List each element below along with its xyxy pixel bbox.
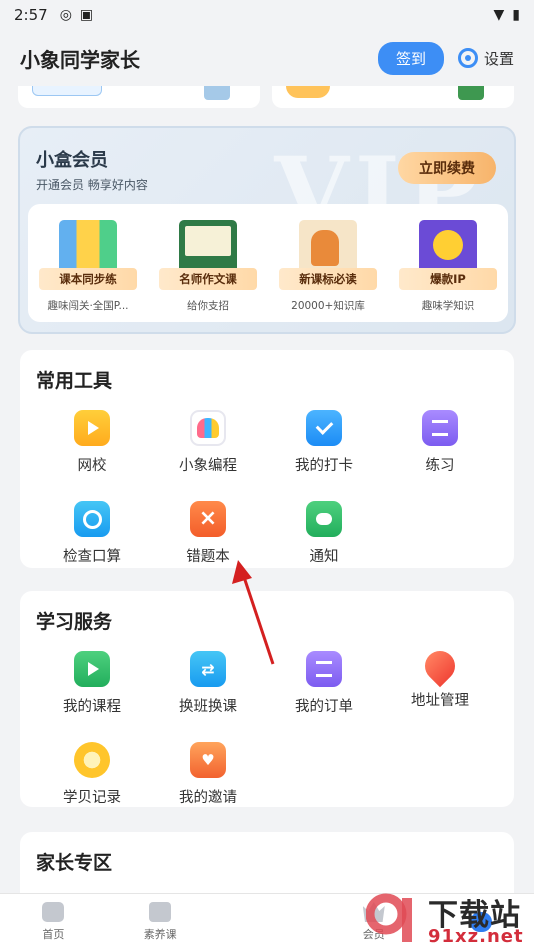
network-globe-icon: ◎ xyxy=(59,7,72,23)
learning-services-section: 学习服务 我的课程 换班换课 我的订单 地址管理 学贝记录 我的邀请 xyxy=(20,591,514,807)
tool-practice[interactable]: 练习 xyxy=(382,410,498,475)
tool-label: 错题本 xyxy=(186,549,230,565)
tool-error-book[interactable]: 错题本 xyxy=(150,501,266,566)
peek-figure-graphic xyxy=(204,86,230,100)
vip-benefit-badge: 名师作文课 xyxy=(159,268,257,290)
vip-benefit-badge: 课本同步练 xyxy=(39,268,137,290)
service-label: 我的课程 xyxy=(63,699,121,715)
settings-label: 设置 xyxy=(483,49,514,68)
section-title: 家长专区 xyxy=(36,852,113,874)
home-icon xyxy=(42,902,65,922)
vip-benefit-desc: 趣味学知识 xyxy=(421,300,475,312)
status-bar: 2:57 ◎ ▣ ▼ ▮ xyxy=(0,0,534,30)
nav-label: 首页 xyxy=(42,928,65,941)
signin-button[interactable]: 签到 xyxy=(377,41,444,75)
service-address[interactable]: 地址管理 xyxy=(382,644,498,716)
composition-book-icon xyxy=(179,220,237,274)
tool-label: 检查口算 xyxy=(63,549,121,565)
gear-icon xyxy=(457,48,478,68)
app-title: 小象同学家长 xyxy=(20,47,140,72)
settings-button[interactable]: 设置 xyxy=(457,48,514,69)
nav-mine[interactable] xyxy=(427,894,534,950)
order-icon xyxy=(306,651,342,687)
vip-benefit-badge: 新课标必读 xyxy=(279,268,377,290)
scrolled-cards-peek xyxy=(18,86,514,108)
service-my-courses[interactable]: 我的课程 xyxy=(34,651,150,716)
vip-benefit-desc: 趣味闯关·全国P... xyxy=(47,300,129,312)
battery-icon: ▮ xyxy=(512,7,520,23)
tool-label: 通知 xyxy=(309,549,339,565)
peek-pill-graphic xyxy=(32,86,102,96)
nav-membership[interactable]: 会员 xyxy=(320,894,427,950)
notification-a-icon: ▣ xyxy=(79,7,94,23)
vip-benefits: 课本同步练 趣味闯关·全国P... 名师作文课 给你支招 新课标必读 20000… xyxy=(28,204,508,322)
common-tools-section: 常用工具 网校 小象编程 我的打卡 练习 检查口算 错题本 通知 xyxy=(20,350,514,568)
textbook-cover-icon xyxy=(59,220,117,274)
course-play-icon xyxy=(74,651,110,687)
service-label: 我的订单 xyxy=(295,699,353,715)
peek-card-right[interactable] xyxy=(272,86,514,108)
coin-icon xyxy=(74,742,110,778)
tool-label: 小象编程 xyxy=(179,458,237,474)
vip-benefit-desc: 20000+知识库 xyxy=(291,300,365,312)
tool-programming[interactable]: 小象编程 xyxy=(150,410,266,475)
section-title: 常用工具 xyxy=(36,370,113,392)
status-time: 2:57 xyxy=(14,6,48,24)
service-my-invites[interactable]: 我的邀请 xyxy=(150,742,266,807)
service-switch-class[interactable]: 换班换课 xyxy=(150,651,266,716)
section-title: 学习服务 xyxy=(36,611,113,633)
services-grid: 我的课程 换班换课 我的订单 地址管理 学贝记录 我的邀请 xyxy=(20,644,514,807)
vip-membership-card[interactable]: VIP 小盒会员 开通会员 畅享好内容 立即续费 课本同步练 趣味闯关·全国P.… xyxy=(18,126,516,334)
calendar-check-icon xyxy=(306,410,342,446)
nav-label: 素养课 xyxy=(143,928,177,941)
tool-label: 我的打卡 xyxy=(295,458,353,474)
tool-online-school[interactable]: 网校 xyxy=(34,410,150,475)
tool-label: 练习 xyxy=(425,458,455,474)
error-book-icon xyxy=(190,501,226,537)
vip-title: 小盒会员 xyxy=(36,150,108,171)
service-label: 学贝记录 xyxy=(63,790,121,806)
chat-bubble-icon xyxy=(306,501,342,537)
tool-check-arithmetic[interactable]: 检查口算 xyxy=(34,501,150,566)
service-label: 我的邀请 xyxy=(179,790,237,806)
cloud-icon xyxy=(469,912,492,932)
tv-icon xyxy=(149,902,172,922)
wifi-icon: ▼ xyxy=(493,7,505,23)
vip-benefit-badge: 爆款IP xyxy=(399,268,497,290)
elephant-icon xyxy=(190,410,226,446)
camera-icon xyxy=(74,501,110,537)
nav-label: 会员 xyxy=(362,928,385,941)
bottom-nav: 首页 素养课 会员 xyxy=(0,893,534,950)
tools-grid: 网校 小象编程 我的打卡 练习 检查口算 错题本 通知 xyxy=(20,410,514,566)
swap-class-icon xyxy=(190,651,226,687)
nav-home[interactable]: 首页 xyxy=(0,894,107,950)
location-pin-icon xyxy=(418,644,462,688)
peek-box-graphic xyxy=(458,86,484,100)
vip-subtitle: 开通会员 畅享好内容 xyxy=(36,178,148,192)
vip-benefit-item[interactable]: 名师作文课 给你支招 xyxy=(156,220,260,322)
service-coin-record[interactable]: 学贝记录 xyxy=(34,742,150,807)
ip-cartoon-book-icon xyxy=(419,220,477,274)
vip-benefit-item[interactable]: 新课标必读 20000+知识库 xyxy=(276,220,380,322)
vip-benefit-desc: 给你支招 xyxy=(187,300,229,312)
tool-label: 网校 xyxy=(77,458,107,474)
service-label: 地址管理 xyxy=(411,693,469,709)
vip-benefit-item[interactable]: 课本同步练 趣味闯关·全国P... xyxy=(36,220,140,322)
nav-literacy-course[interactable]: 素养课 xyxy=(107,894,214,950)
invite-envelope-icon xyxy=(190,742,226,778)
vip-benefit-item[interactable]: 爆款IP 趣味学知识 xyxy=(396,220,500,322)
peek-coin-graphic xyxy=(286,86,330,98)
video-folder-icon xyxy=(74,410,110,446)
crown-icon xyxy=(362,902,385,922)
reading-book-icon xyxy=(299,220,357,274)
app-header: 小象同学家长 签到 设置 xyxy=(0,30,534,86)
tool-checkin[interactable]: 我的打卡 xyxy=(266,410,382,475)
service-label: 换班换课 xyxy=(179,699,237,715)
service-my-orders[interactable]: 我的订单 xyxy=(266,651,382,716)
nav-center[interactable] xyxy=(214,894,321,950)
peek-card-left[interactable] xyxy=(18,86,260,108)
practice-icon xyxy=(422,410,458,446)
renew-button[interactable]: 立即续费 xyxy=(398,152,496,184)
tool-notification[interactable]: 通知 xyxy=(266,501,382,566)
